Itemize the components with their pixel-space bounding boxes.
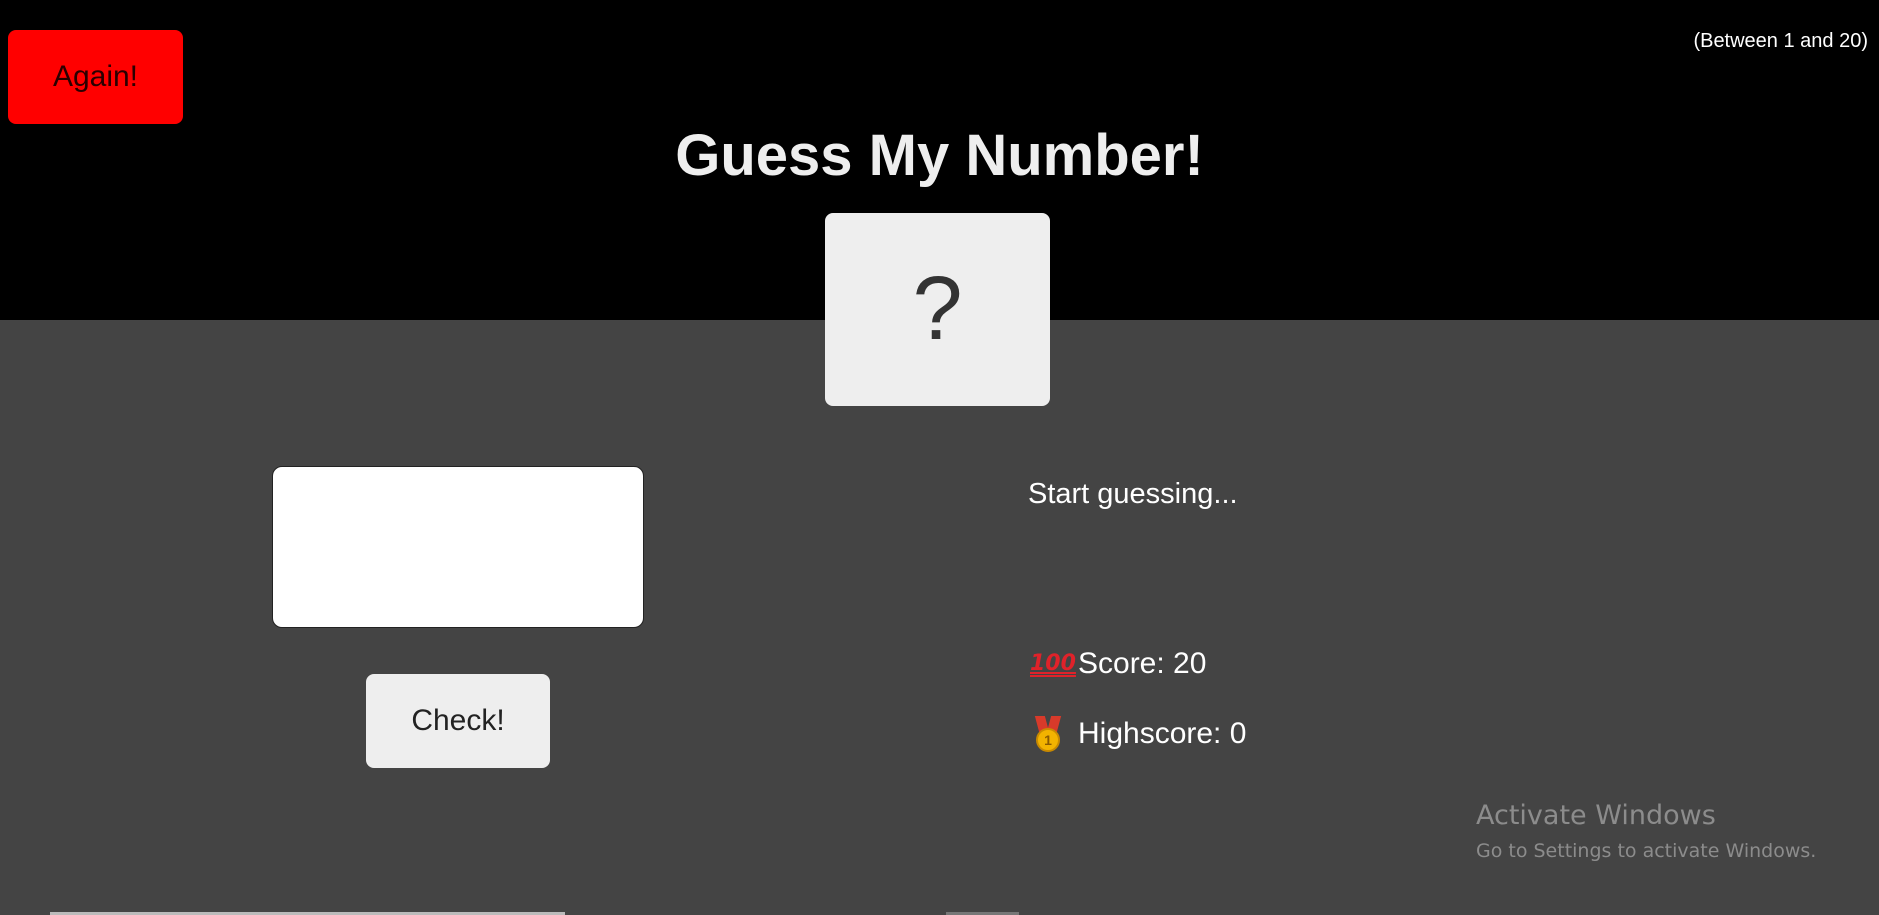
highscore-label: Highscore: 0 [1078, 717, 1247, 750]
game-page: Again! (Between 1 and 20) Guess My Numbe… [0, 0, 1879, 915]
range-hint: (Between 1 and 20) [1693, 30, 1868, 52]
secret-number-box: ? [825, 213, 1050, 406]
highscore-row: 1 Highscore: 0 [1030, 716, 1246, 752]
page-title: Guess My Number! [675, 123, 1204, 188]
guess-input[interactable] [272, 466, 644, 628]
hundred-points-icon: 100 [1030, 651, 1076, 676]
score-row: 100 Score: 20 [1030, 646, 1206, 682]
check-button[interactable]: Check! [366, 674, 550, 768]
again-button[interactable]: Again! [8, 30, 183, 124]
score-label: Score: 20 [1078, 647, 1207, 680]
medal-icon: 1 [1030, 716, 1066, 752]
status-message: Start guessing... [1028, 478, 1238, 510]
activate-windows-title: Activate Windows [1476, 800, 1716, 831]
activate-windows-subtitle: Go to Settings to activate Windows. [1476, 840, 1817, 862]
